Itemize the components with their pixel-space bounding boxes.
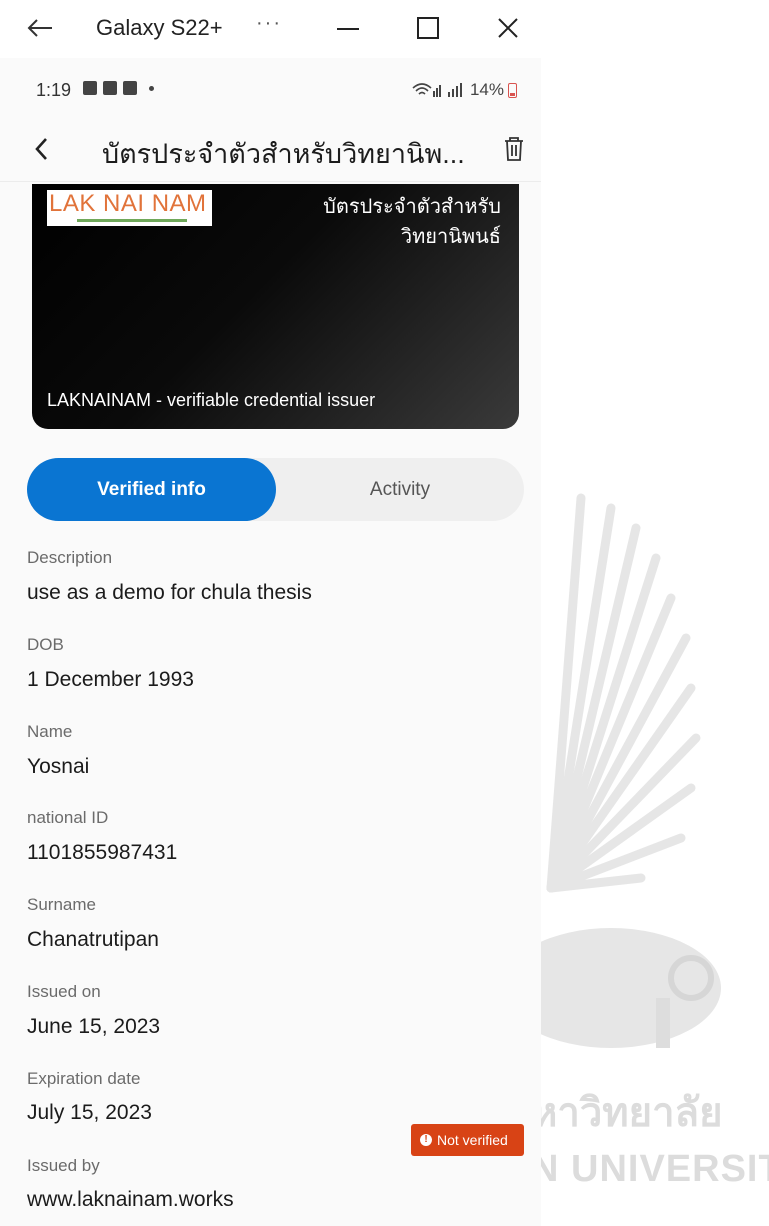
back-chevron-icon[interactable] xyxy=(30,134,54,164)
window-titlebar: Galaxy S22+ ··· xyxy=(0,0,545,58)
badge-label: Not verified xyxy=(437,1132,508,1148)
app-bar: บัตรประจำตัวสำหรับวิทยานิพ... xyxy=(0,118,541,182)
watermark-thai: หาวิทยาลัย xyxy=(541,1091,723,1135)
issuer-logo: LAK NAI NAM xyxy=(47,190,212,226)
status-bar: 1:19 14% xyxy=(0,58,541,118)
close-icon[interactable] xyxy=(492,12,524,44)
watermark: หาวิทยาลัย N UNIVERSITY xyxy=(541,58,769,1226)
field-label-national-id: national ID xyxy=(27,808,109,827)
field-label-description: Description xyxy=(27,548,113,567)
trash-icon[interactable] xyxy=(501,134,527,164)
battery-percent: 14% xyxy=(469,80,504,99)
field-label-expiration: Expiration date xyxy=(27,1069,141,1088)
status-right: 14% xyxy=(412,80,517,100)
not-verified-badge[interactable]: ! Not verified xyxy=(411,1124,524,1156)
signal-icon xyxy=(447,83,462,97)
card-title: บัตรประจำตัวสำหรับ วิทยานิพนธ์ xyxy=(271,192,501,252)
card-issuer: LAKNAINAM - verifiable credential issuer xyxy=(47,390,376,410)
field-value-dob: 1 December 1993 xyxy=(27,668,194,691)
notification-icon xyxy=(123,81,137,95)
minimize-icon[interactable] xyxy=(332,12,364,44)
logo-underline xyxy=(77,219,187,222)
maximize-icon[interactable] xyxy=(412,12,444,44)
card-title-line2: วิทยานิพนธ์ xyxy=(400,226,501,248)
card-title-line1: บัตรประจำตัวสำหรับ xyxy=(323,196,501,218)
notification-icon xyxy=(83,81,97,95)
tab-verified-info[interactable]: Verified info xyxy=(27,458,276,521)
field-label-dob: DOB xyxy=(27,635,64,654)
field-value-issued-on: June 15, 2023 xyxy=(27,1015,161,1038)
phone-screen: 1:19 14% บัตรประจำตัวสำหรับวิทยานิพ... L… xyxy=(0,58,541,1226)
university-emblem-icon xyxy=(541,493,721,1048)
alert-icon: ! xyxy=(420,1134,432,1146)
field-label-name: Name xyxy=(27,722,73,741)
field-value-description: use as a demo for chula thesis xyxy=(27,581,312,604)
credential-card[interactable]: LAK NAI NAM บัตรประจำตัวสำหรับ วิทยานิพน… xyxy=(32,184,519,429)
battery-icon xyxy=(508,82,517,98)
tab-activity[interactable]: Activity xyxy=(276,458,524,521)
notification-icons xyxy=(83,81,154,95)
field-label-issued-on: Issued on xyxy=(27,982,101,1001)
notification-dot-icon xyxy=(149,85,154,91)
back-arrow-icon[interactable] xyxy=(24,12,56,44)
window-title: Galaxy S22+ xyxy=(96,15,223,40)
status-time: 1:19 xyxy=(36,80,72,100)
field-label-surname: Surname xyxy=(27,895,96,914)
field-label-issued-by: Issued by xyxy=(27,1156,100,1175)
more-options-button[interactable]: ··· xyxy=(256,12,282,35)
field-value-expiration: July 15, 2023 xyxy=(27,1101,152,1124)
field-value-national-id: 1101855987431 xyxy=(27,841,178,864)
page-title: บัตรประจำตัวสำหรับวิทยานิพ... xyxy=(102,139,465,169)
field-value-surname: Chanatrutipan xyxy=(27,928,159,951)
wifi-icon xyxy=(412,83,441,97)
tab-bar: Verified info Activity xyxy=(27,458,524,521)
field-value-issued-by: www.laknainam.works xyxy=(27,1188,234,1211)
logo-text: LAK NAI NAM xyxy=(49,190,207,217)
watermark-english: N UNIVERSITY xyxy=(541,1148,769,1190)
notification-icon xyxy=(103,81,117,95)
field-value-name: Yosnai xyxy=(27,755,90,778)
